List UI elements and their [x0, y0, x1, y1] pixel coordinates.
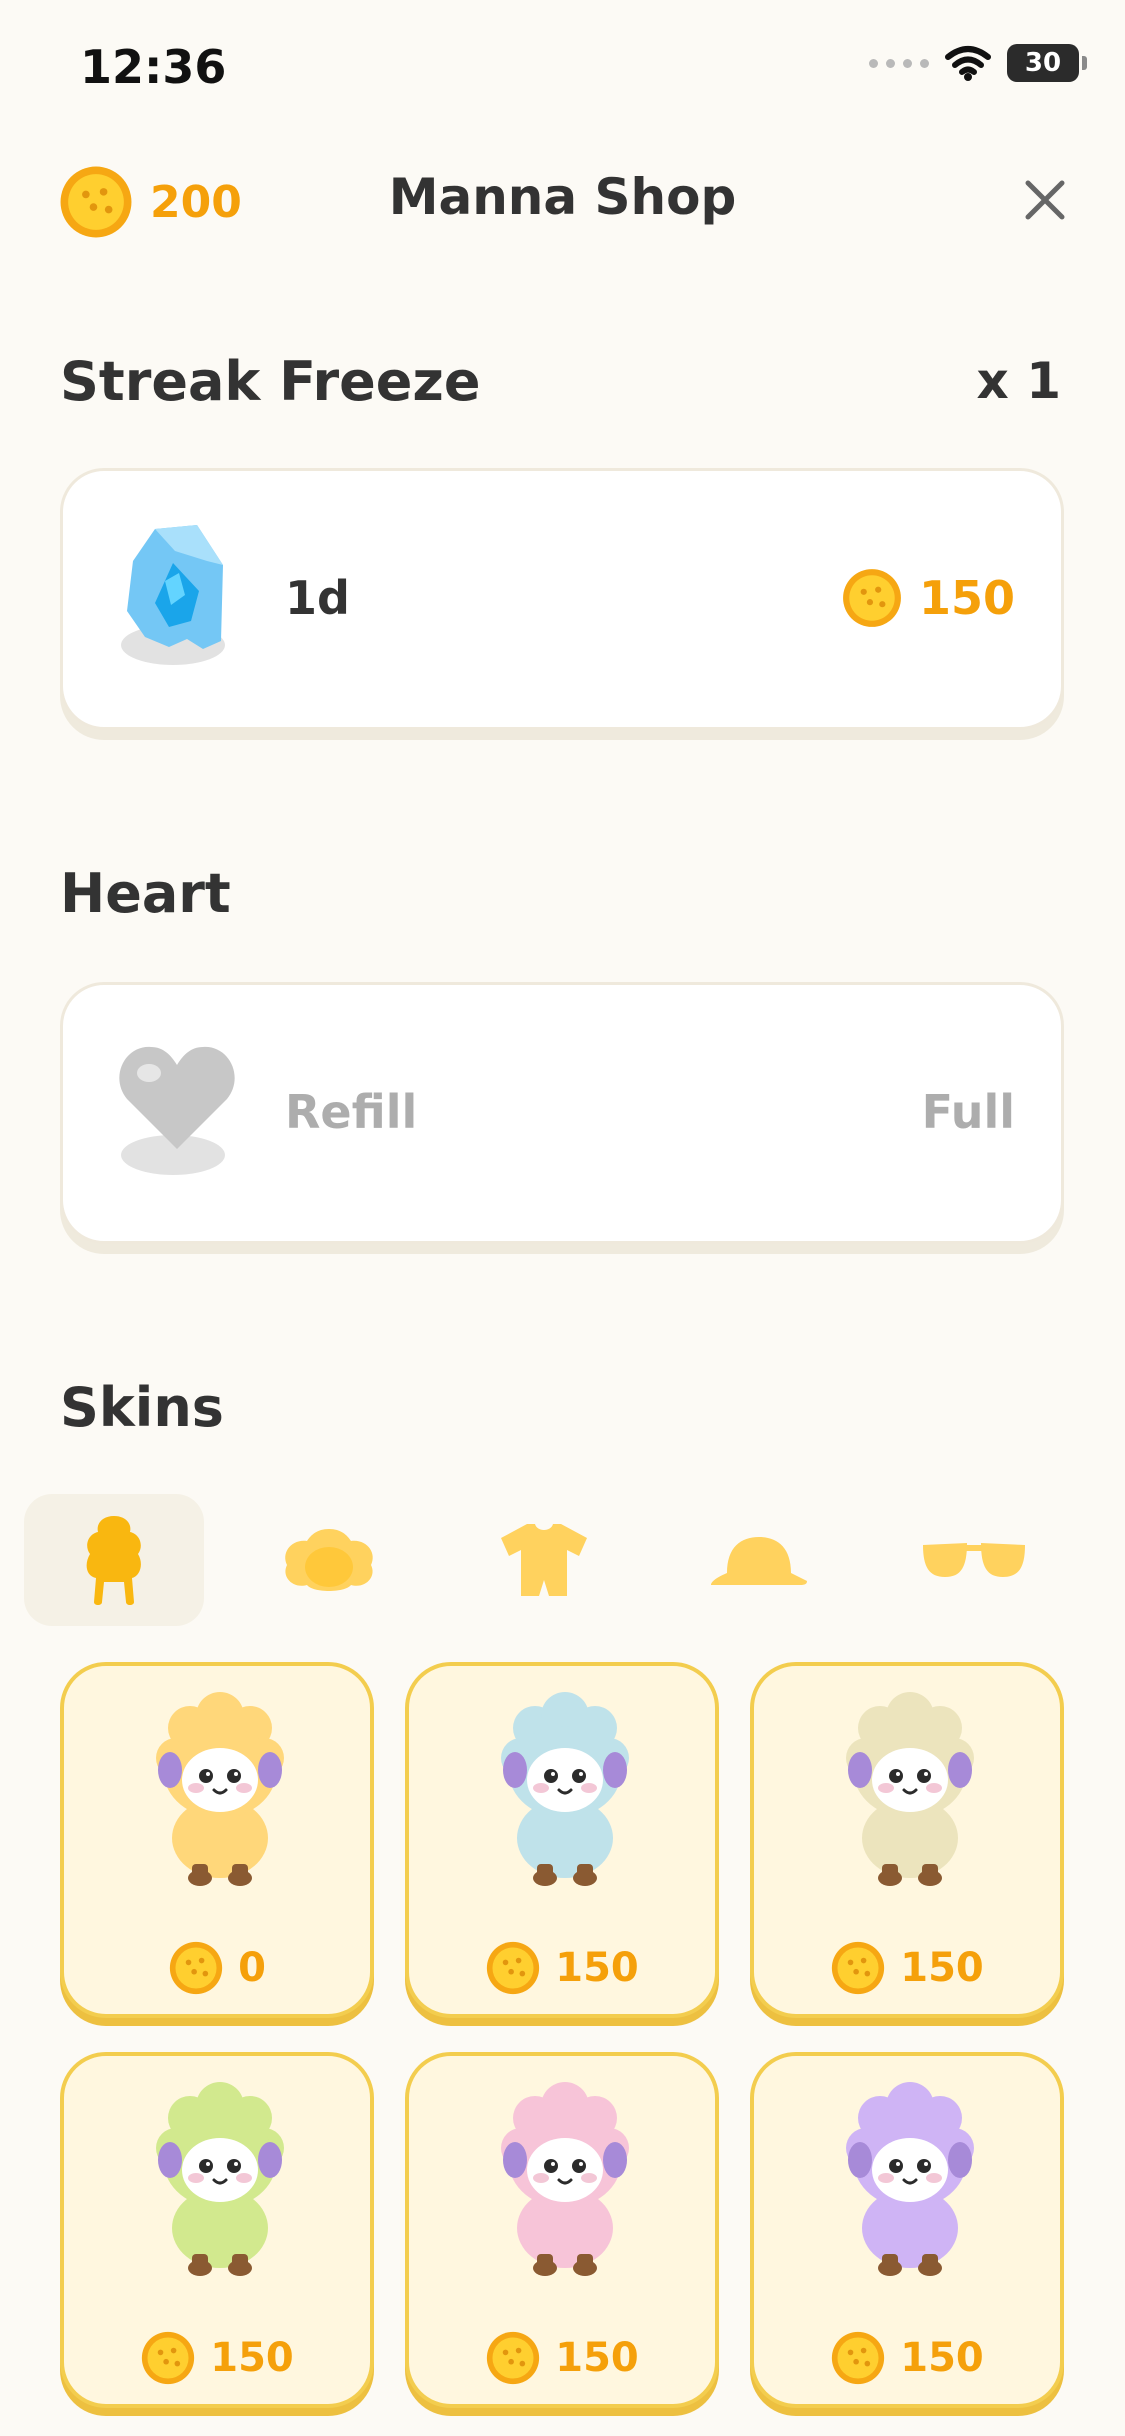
streak-freeze-card[interactable]: 1d 150	[60, 468, 1064, 730]
streak-freeze-duration: 1d	[285, 571, 350, 625]
status-time: 12:36	[80, 40, 227, 94]
page-title: Manna Shop	[388, 168, 737, 226]
sheep-skin-image	[501, 2082, 629, 2276]
coin-icon	[832, 2331, 885, 2385]
skin-price-value: 150	[900, 2335, 984, 2381]
skin-card[interactable]: 150	[750, 1662, 1064, 2018]
skins-category-tabs	[24, 1494, 1104, 1626]
tab-wool[interactable]	[239, 1494, 419, 1626]
skin-price-value: 0	[238, 1945, 266, 1991]
skin-price-value: 150	[555, 1945, 639, 1991]
battery-level: 30	[1024, 48, 1062, 78]
sheep-skin-image	[156, 2082, 284, 2276]
coin-icon	[142, 2331, 195, 2385]
header: 200 Manna Shop	[0, 150, 1125, 250]
status-indicators: 30	[869, 44, 1087, 82]
skin-price-value: 150	[900, 1945, 984, 1991]
skin-price: 150	[409, 2330, 715, 2386]
tab-hat[interactable]	[669, 1494, 849, 1626]
skin-price: 150	[754, 1940, 1060, 1996]
heart-icon	[119, 1046, 235, 1175]
wool-icon	[285, 1529, 373, 1591]
body-icon	[86, 1516, 141, 1605]
streak-freeze-count: x 1	[976, 352, 1061, 410]
wifi-icon	[945, 46, 991, 81]
sheep-skin-image	[501, 1692, 629, 1886]
outfit-icon	[501, 1524, 587, 1596]
streak-freeze-title: Streak Freeze	[60, 350, 481, 413]
coin-icon	[843, 569, 901, 627]
ice-crystal-icon	[121, 525, 225, 665]
signal-icon	[869, 58, 929, 68]
coin-icon	[487, 2331, 540, 2385]
tab-body[interactable]	[24, 1494, 204, 1626]
coin-icon	[487, 1941, 540, 1995]
streak-freeze-price-value: 150	[918, 571, 1015, 625]
tab-outfit[interactable]	[454, 1494, 634, 1626]
sheep-skin-image	[846, 2082, 974, 2276]
hat-icon	[711, 1537, 807, 1585]
skin-card[interactable]: 150	[750, 2052, 1064, 2408]
coin-icon	[832, 1941, 885, 1995]
skin-price-value: 150	[555, 2335, 639, 2381]
battery-icon: 30	[1007, 44, 1087, 82]
coin-icon	[169, 1941, 223, 1995]
skin-price: 150	[409, 1940, 715, 1996]
sheep-skin-image	[846, 1692, 974, 1886]
heart-status: Full	[921, 1085, 1015, 1139]
skin-price-value: 150	[210, 2335, 294, 2381]
skin-card[interactable]: 0	[60, 1662, 374, 2018]
skin-price: 150	[64, 2330, 370, 2386]
status-bar: 12:36 30	[0, 0, 1125, 140]
close-button[interactable]	[1015, 170, 1075, 230]
skin-card[interactable]: 150	[60, 2052, 374, 2408]
heart-refill-label: Refill	[285, 1085, 418, 1139]
heart-refill-card[interactable]: Refill Full	[60, 982, 1064, 1244]
streak-freeze-price: 150	[841, 567, 1015, 629]
sheep-skin-image	[156, 1692, 284, 1886]
tab-glasses[interactable]	[884, 1494, 1064, 1626]
heart-title: Heart	[60, 862, 231, 925]
skin-card[interactable]: 150	[405, 1662, 719, 2018]
skin-price: 0	[64, 1940, 370, 1996]
glasses-icon	[923, 1543, 1025, 1577]
skin-price: 150	[754, 2330, 1060, 2386]
close-icon	[1025, 180, 1065, 220]
skin-card[interactable]: 150	[405, 2052, 719, 2408]
skins-title: Skins	[60, 1376, 224, 1439]
manna-shop-screen: 12:36 30 200 Manna Shop Streak Freeze x …	[0, 0, 1125, 2436]
